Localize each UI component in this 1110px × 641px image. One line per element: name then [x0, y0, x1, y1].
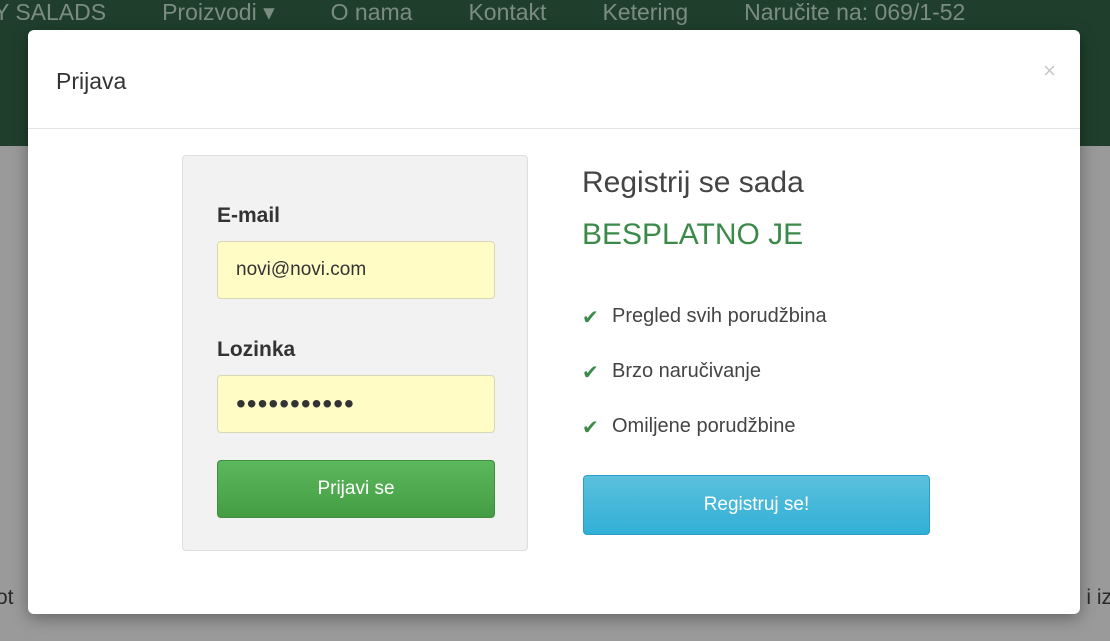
login-form: E-mail Lozinka Prijavi se	[182, 155, 528, 551]
email-label: E-mail	[217, 204, 281, 227]
nav-item-proizvodi[interactable]: Proizvodi ▾	[162, 0, 275, 26]
background-text-left: ot	[0, 586, 14, 609]
nav-item-ketering[interactable]: Ketering	[602, 0, 688, 26]
nav-item-kontakt[interactable]: Kontakt	[468, 0, 546, 26]
modal-title: Prijava	[56, 68, 127, 94]
check-icon: ✔	[582, 417, 599, 439]
benefit-label: Brzo naručivanje	[612, 360, 761, 382]
register-title: Registrij se sada	[582, 166, 804, 199]
nav-item-o-nama[interactable]: O nama	[331, 0, 413, 26]
check-icon: ✔	[582, 307, 599, 329]
modal-header: Prijava ×	[28, 30, 1080, 129]
check-icon: ✔	[582, 362, 599, 384]
nav-menu: Y SALADS Proizvodi ▾ O nama Kontakt Kete…	[0, 0, 1021, 27]
password-label: Lozinka	[217, 338, 296, 361]
benefit-label: Omiljene porudžbine	[612, 415, 796, 437]
list-item: ✔ Pregled svih porudžbina	[582, 305, 827, 360]
register-button[interactable]: Registruj se!	[583, 475, 930, 535]
register-subtitle: BESPLATNO JE	[582, 218, 804, 251]
close-icon[interactable]: ×	[1043, 60, 1056, 82]
background-text-right: i iz	[1086, 586, 1110, 609]
list-item: ✔ Omiljene porudžbine	[582, 415, 827, 470]
login-modal: Prijava × E-mail Lozinka Prijavi se Regi…	[28, 30, 1080, 614]
benefit-label: Pregled svih porudžbina	[612, 305, 827, 327]
email-field[interactable]	[217, 241, 495, 299]
login-button[interactable]: Prijavi se	[217, 460, 495, 518]
nav-brand[interactable]: Y SALADS	[0, 0, 106, 26]
nav-item-phone: Naručite na: 069/1-52	[744, 0, 966, 25]
benefits-list: ✔ Pregled svih porudžbina ✔ Brzo naručiv…	[582, 305, 827, 470]
password-field[interactable]	[217, 375, 495, 433]
list-item: ✔ Brzo naručivanje	[582, 360, 827, 415]
